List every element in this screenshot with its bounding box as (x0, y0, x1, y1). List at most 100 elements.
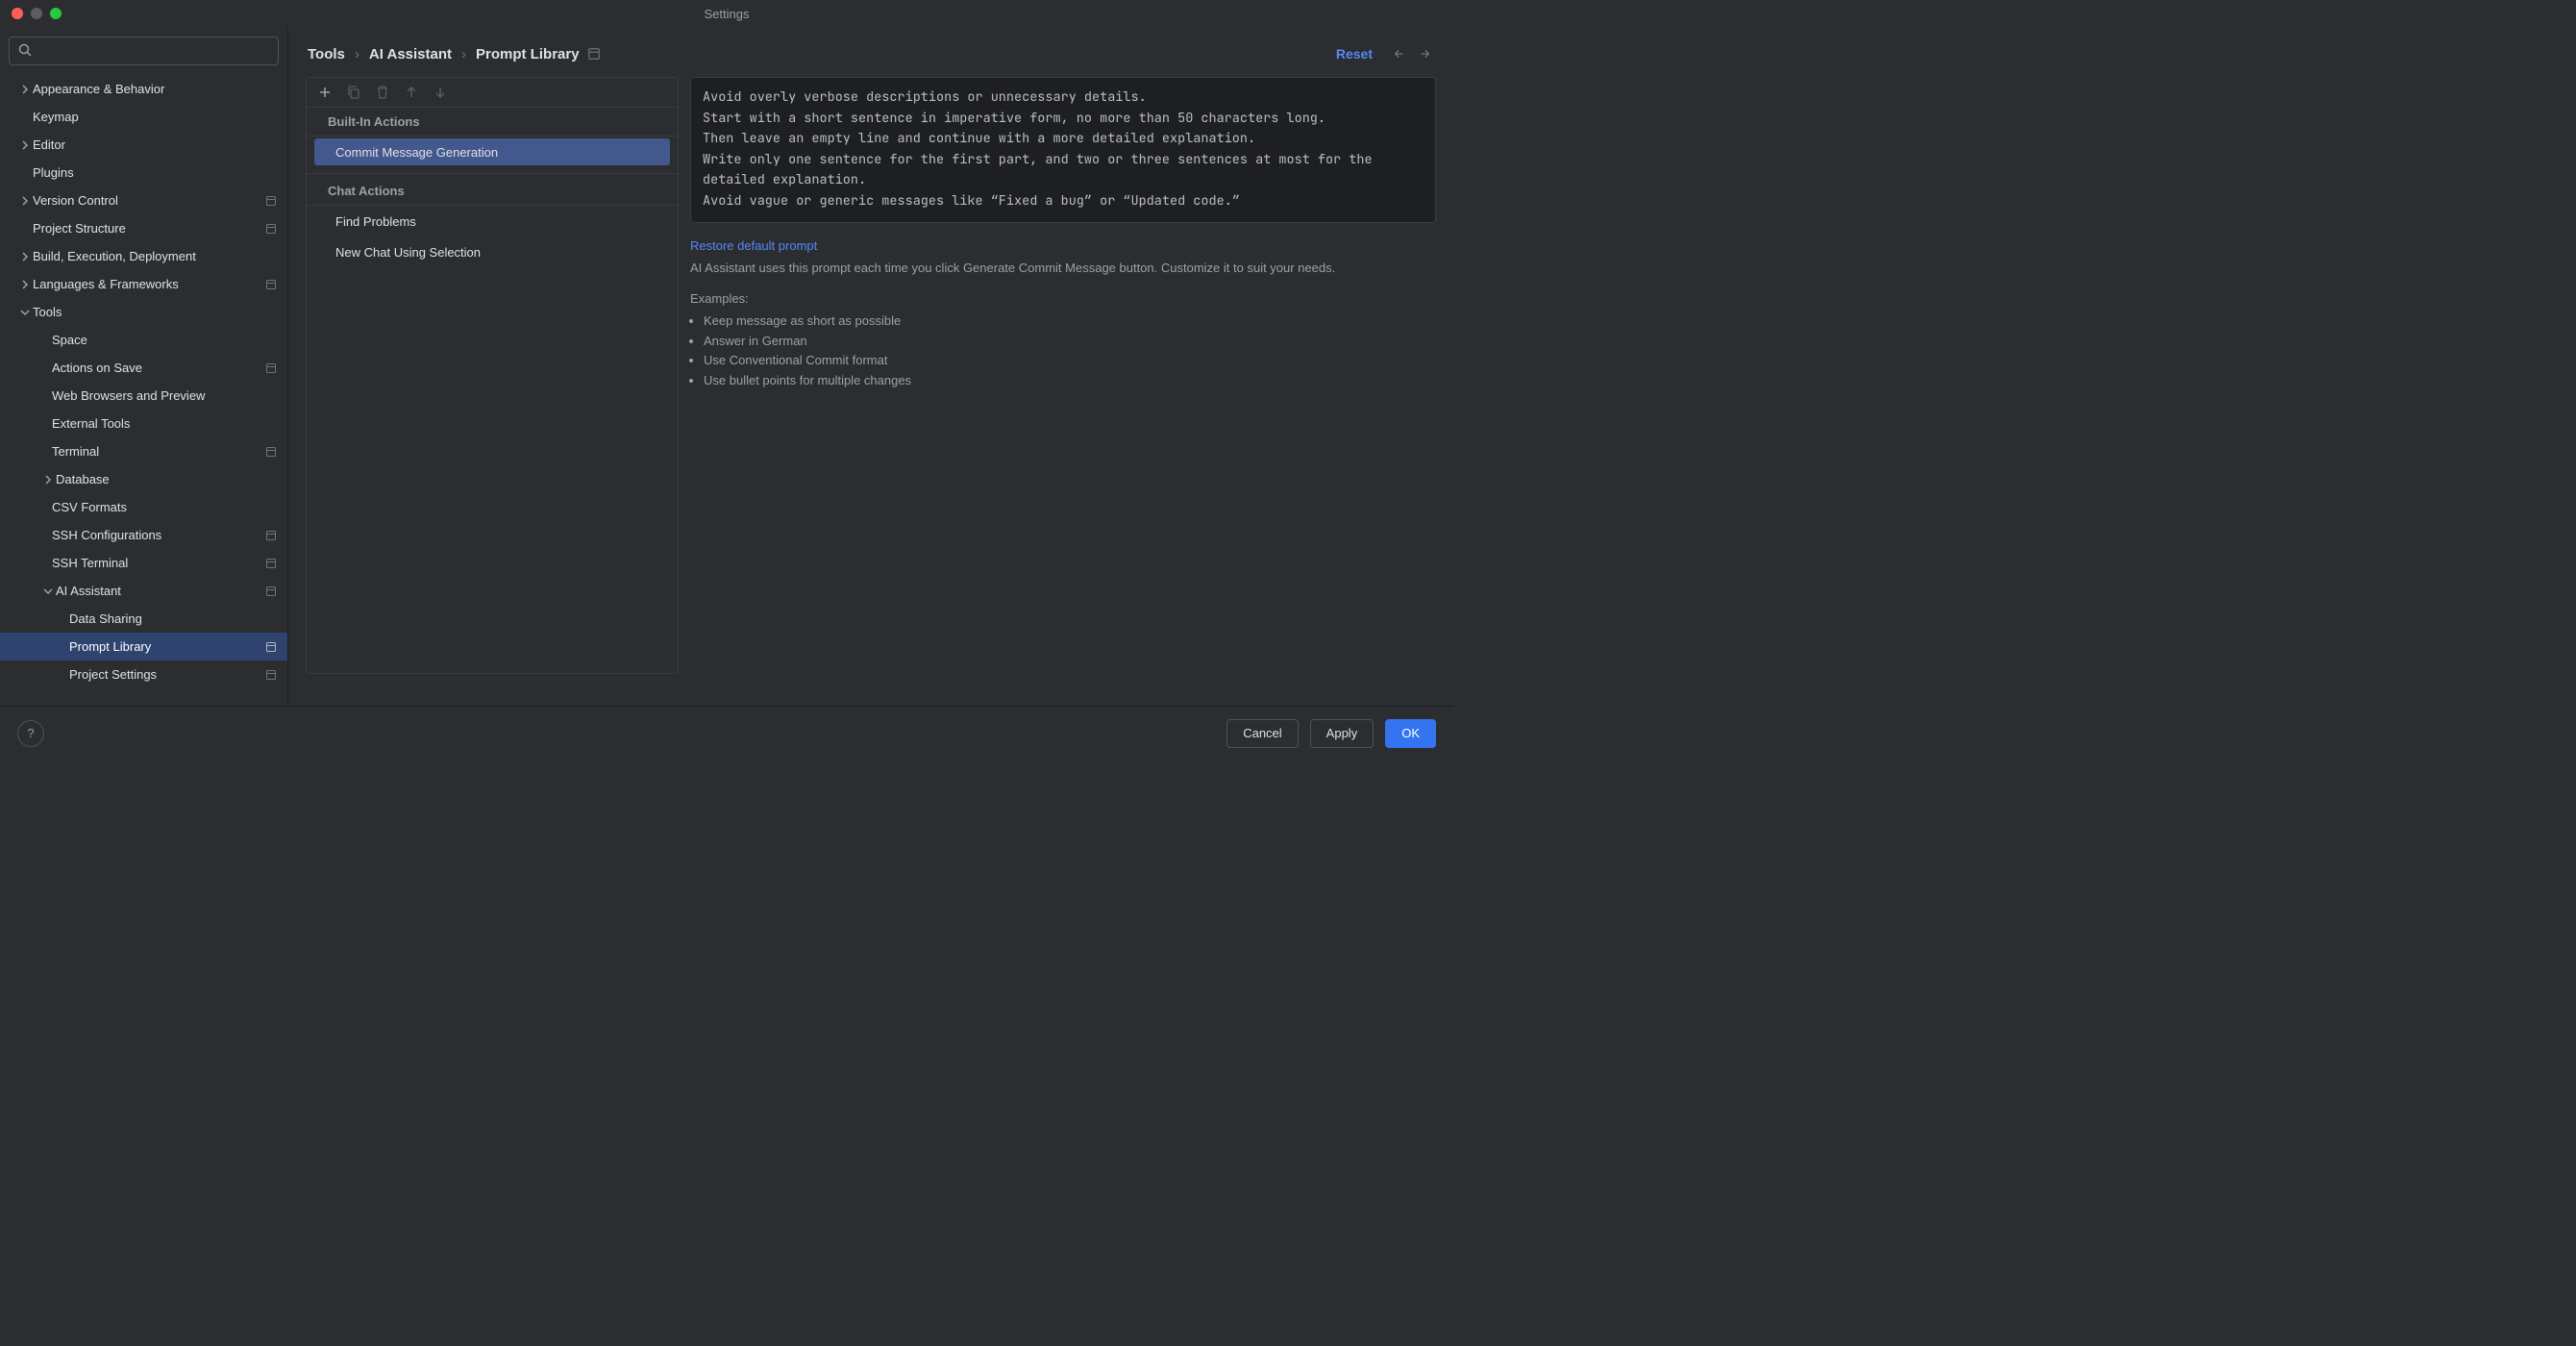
sidebar-item-project-settings[interactable]: Project Settings (0, 661, 287, 688)
sidebar-item-plugins[interactable]: Plugins (0, 159, 287, 187)
sidebar-item-label: Version Control (33, 193, 264, 208)
search-icon (17, 42, 33, 61)
sidebar-item-space[interactable]: Space (0, 326, 287, 354)
sidebar-item-label: Languages & Frameworks (33, 277, 264, 291)
sidebar-item-version-control[interactable]: Version Control (0, 187, 287, 214)
sidebar-item-label: SSH Terminal (52, 556, 264, 570)
action-commit-message-generation[interactable]: Commit Message Generation (314, 138, 670, 165)
action-find-problems[interactable]: Find Problems (314, 208, 670, 235)
sidebar-item-label: External Tools (52, 416, 278, 431)
chevron-down-icon (40, 584, 56, 599)
sidebar-item-editor[interactable]: Editor (0, 131, 287, 159)
sidebar-item-csv-formats[interactable]: CSV Formats (0, 493, 287, 521)
copy-button (345, 84, 362, 101)
breadcrumb-tools[interactable]: Tools (308, 46, 345, 62)
chevron-right-icon (17, 137, 33, 153)
project-scope-icon (264, 222, 278, 236)
breadcrumb-separator: › (461, 46, 466, 62)
prompt-panel: Avoid overly verbose descriptions or unn… (690, 77, 1436, 391)
chevron-right-icon (40, 472, 56, 487)
sidebar-item-external-tools[interactable]: External Tools (0, 410, 287, 437)
sidebar-item-tools[interactable]: Tools (0, 298, 287, 326)
action-item-label: Commit Message Generation (335, 145, 498, 160)
ok-button[interactable]: OK (1385, 719, 1436, 748)
sidebar-item-build-execution-deployment[interactable]: Build, Execution, Deployment (0, 242, 287, 270)
sidebar-item-label: Web Browsers and Preview (52, 388, 278, 403)
sidebar-item-database[interactable]: Database (0, 465, 287, 493)
window-close-button[interactable] (12, 8, 23, 19)
sidebar-item-label: Prompt Library (69, 639, 264, 654)
apply-button[interactable]: Apply (1310, 719, 1375, 748)
project-scope-icon (264, 278, 278, 291)
forward-button[interactable] (1415, 44, 1434, 63)
action-new-chat-using-selection[interactable]: New Chat Using Selection (314, 238, 670, 265)
project-scope-icon (264, 445, 278, 459)
titlebar: Settings (0, 0, 1453, 27)
sidebar-item-ssh-terminal[interactable]: SSH Terminal (0, 549, 287, 577)
settings-tree: Appearance & Behavior Keymap Editor Plug… (0, 75, 287, 706)
chevron-right-icon (17, 82, 33, 97)
project-scope-icon (264, 640, 278, 654)
sidebar-item-keymap[interactable]: Keymap (0, 103, 287, 131)
window-title: Settings (705, 7, 750, 21)
sidebar-item-web-browsers[interactable]: Web Browsers and Preview (0, 382, 287, 410)
builtin-actions-header: Built-In Actions (307, 108, 678, 137)
sidebar-item-label: Project Structure (33, 221, 264, 236)
breadcrumb-ai-assistant[interactable]: AI Assistant (369, 46, 452, 62)
breadcrumb-prompt-library: Prompt Library (476, 46, 580, 62)
sidebar-item-terminal[interactable]: Terminal (0, 437, 287, 465)
panels: Built-In Actions Commit Message Generati… (288, 77, 1453, 391)
examples-list: Keep message as short as possible Answer… (690, 306, 1436, 391)
sidebar-item-project-structure[interactable]: Project Structure (0, 214, 287, 242)
example-item: Answer in German (704, 332, 1436, 352)
sidebar-item-appearance-behavior[interactable]: Appearance & Behavior (0, 75, 287, 103)
project-scope-icon (264, 557, 278, 570)
content: Appearance & Behavior Keymap Editor Plug… (0, 27, 1453, 706)
sidebar-item-label: CSV Formats (52, 500, 278, 514)
sidebar-item-label: Terminal (52, 444, 264, 459)
sidebar-item-languages-frameworks[interactable]: Languages & Frameworks (0, 270, 287, 298)
search-input[interactable] (9, 37, 279, 65)
delete-button (374, 84, 391, 101)
project-scope-icon (264, 668, 278, 682)
sidebar-item-label: Editor (33, 137, 278, 152)
sidebar-item-ai-assistant[interactable]: AI Assistant (0, 577, 287, 605)
back-button[interactable] (1390, 44, 1409, 63)
sidebar-item-ssh-configurations[interactable]: SSH Configurations (0, 521, 287, 549)
chevron-right-icon (17, 193, 33, 209)
sidebar-item-actions-on-save[interactable]: Actions on Save (0, 354, 287, 382)
breadcrumb: Tools › AI Assistant › Prompt Library (308, 46, 580, 62)
restore-default-prompt-link[interactable]: Restore default prompt (690, 223, 1436, 259)
sidebar-item-data-sharing[interactable]: Data Sharing (0, 605, 287, 633)
sidebar: Appearance & Behavior Keymap Editor Plug… (0, 27, 288, 706)
sidebar-item-prompt-library[interactable]: Prompt Library (0, 633, 287, 661)
project-scope-icon (264, 194, 278, 208)
project-scope-icon (264, 585, 278, 598)
project-scope-icon (264, 529, 278, 542)
footer: ? Cancel Apply OK (0, 706, 1453, 760)
sidebar-item-label: Appearance & Behavior (33, 82, 278, 96)
window-minimize-button[interactable] (31, 8, 42, 19)
move-up-button (403, 84, 420, 101)
sidebar-item-label: SSH Configurations (52, 528, 264, 542)
header: Tools › AI Assistant › Prompt Library Re… (288, 27, 1453, 77)
examples-heading: Examples: (690, 278, 1436, 306)
traffic-lights (0, 8, 62, 19)
add-button[interactable] (316, 84, 334, 101)
chat-actions-header: Chat Actions (307, 174, 678, 206)
help-button[interactable]: ? (17, 720, 44, 747)
settings-window: Settings Appearance & Behavior Keymap (0, 0, 1453, 760)
prompt-textarea[interactable]: Avoid overly verbose descriptions or unn… (690, 77, 1436, 223)
cancel-button[interactable]: Cancel (1226, 719, 1298, 748)
window-maximize-button[interactable] (50, 8, 62, 19)
move-down-button (432, 84, 449, 101)
example-item: Use Conventional Commit format (704, 351, 1436, 371)
actions-toolbar (307, 78, 678, 108)
action-item-label: Find Problems (335, 214, 416, 229)
sidebar-item-label: Database (56, 472, 278, 486)
sidebar-item-label: Build, Execution, Deployment (33, 249, 278, 263)
sidebar-item-label: Space (52, 333, 278, 347)
chevron-down-icon (17, 305, 33, 320)
sidebar-item-label: AI Assistant (56, 584, 264, 598)
reset-link[interactable]: Reset (1336, 46, 1373, 62)
